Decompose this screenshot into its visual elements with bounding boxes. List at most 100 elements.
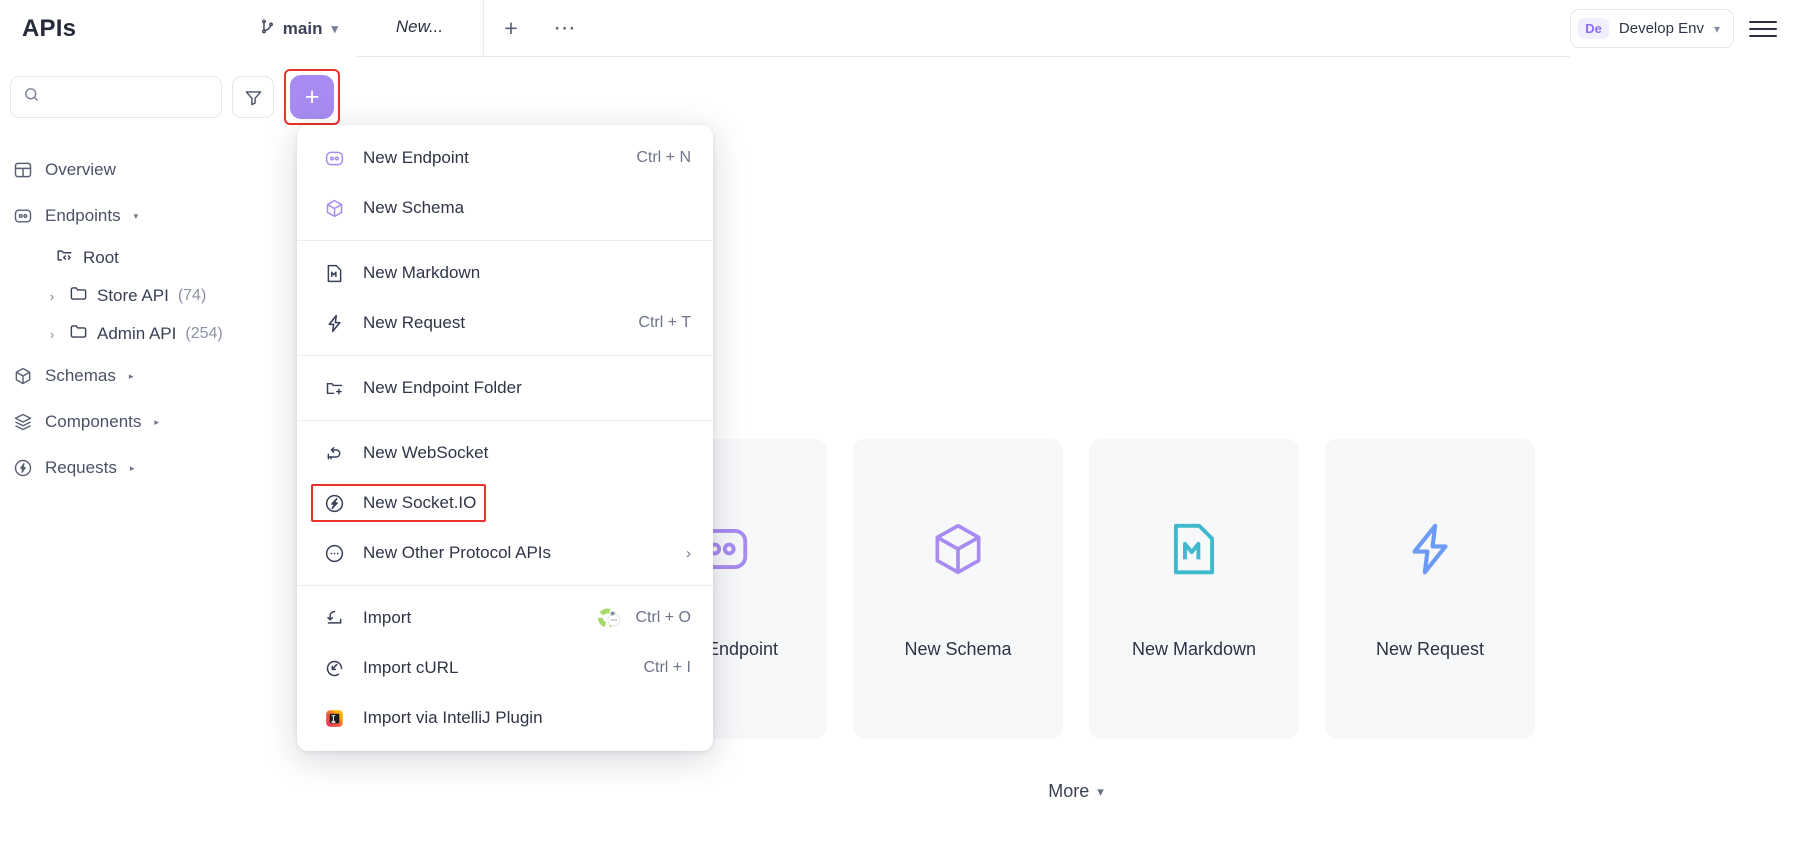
sidebar-item-label: Components — [45, 412, 142, 431]
top-bar-right: De Develop Env ▾ — [1570, 0, 1796, 57]
twisty-icon[interactable]: › — [44, 289, 60, 304]
schema-cube-icon — [321, 198, 347, 219]
tree-item-count: (254) — [185, 325, 223, 342]
app-root: APIs main ▾ New... + ⋯ De Develop Env ▾ … — [0, 0, 1796, 843]
sidebar-item-label: Schemas — [45, 366, 116, 385]
lightning-icon — [1399, 518, 1461, 585]
menu-item-new-markdown[interactable]: New Markdown — [297, 248, 713, 298]
menu-separator — [297, 420, 713, 421]
menu-item-label: New Socket.IO — [363, 493, 477, 512]
search-box[interactable] — [10, 76, 222, 118]
schema-cube-icon — [927, 518, 989, 585]
twisty-icon[interactable]: › — [44, 327, 60, 342]
import-icon — [321, 608, 347, 629]
menu-item-label: New Markdown — [363, 263, 481, 282]
add-button[interactable]: + — [290, 75, 334, 119]
branch-selector[interactable]: main ▾ — [259, 18, 338, 40]
menu-item-trailing: Ctrl + O — [597, 606, 691, 630]
menu-item-new-request[interactable]: New Request Ctrl + T — [297, 298, 713, 348]
tree-item-count: (74) — [177, 287, 207, 304]
tab-bar: New... + ⋯ — [356, 0, 1571, 57]
branch-icon — [259, 18, 276, 40]
branch-name: main — [282, 18, 323, 38]
menu-item-label: New Endpoint — [363, 148, 469, 167]
new-tab-button[interactable]: + — [484, 0, 538, 56]
markdown-icon — [321, 263, 347, 284]
schemas-icon — [12, 365, 34, 387]
menu-item-import-curl[interactable]: Import cURL Ctrl + I — [297, 643, 713, 693]
folder-icon — [69, 322, 88, 346]
more-button[interactable]: More ▾ — [1048, 781, 1104, 802]
page-title: APIs — [22, 14, 77, 42]
menu-separator — [297, 240, 713, 241]
menu-hamburger-icon[interactable] — [1746, 12, 1780, 46]
menu-item-label: New Other Protocol APIs — [363, 543, 552, 562]
filter-button[interactable] — [232, 76, 274, 118]
environment-selector[interactable]: De Develop Env ▾ — [1570, 9, 1734, 48]
menu-item-shortcut: Ctrl + N — [636, 149, 691, 166]
menu-item-new-websocket[interactable]: New WebSocket — [297, 428, 713, 478]
card-new-request[interactable]: New Request — [1325, 439, 1535, 739]
menu-item-import-intellij-plugin[interactable]: Import via IntelliJ Plugin — [297, 693, 713, 743]
intellij-icon — [321, 708, 347, 729]
chevron-down-icon: ▾ — [1713, 21, 1720, 36]
folder-icon — [69, 284, 88, 308]
body: + Overview Endpoints ▾ Root › Store API … — [0, 57, 1796, 843]
card-new-markdown[interactable]: New Markdown — [1089, 439, 1299, 739]
chevron-down-icon: ▾ — [331, 20, 338, 36]
top-bar: APIs main ▾ New... + ⋯ De Develop Env ▾ — [0, 0, 1796, 57]
menu-item-new-socketio[interactable]: New Socket.IO — [297, 478, 713, 528]
caret-icon: ▾ — [133, 210, 139, 221]
add-button-highlight: + — [284, 69, 340, 125]
sidebar-item-label: Requests — [45, 458, 117, 477]
menu-item-label: Import cURL — [363, 658, 459, 677]
endpoints-icon — [12, 205, 34, 227]
new-item-dropdown-menu: New Endpoint Ctrl + N New Schema New Mar… — [297, 125, 713, 751]
lightning-icon — [321, 313, 347, 334]
menu-item-label: Import — [363, 608, 412, 627]
tree-item-label: Root — [83, 248, 119, 267]
menu-item-label: New WebSocket — [363, 443, 489, 462]
dots-circle-icon — [321, 543, 347, 564]
search-input[interactable] — [48, 88, 209, 106]
tab-new[interactable]: New... — [356, 0, 484, 56]
card-label: New Schema — [904, 639, 1012, 659]
menu-item-label: Import via IntelliJ Plugin — [363, 708, 543, 727]
caret-icon: ▸ — [128, 370, 134, 381]
root-folder-icon — [55, 246, 74, 270]
menu-item-label: New Schema — [363, 198, 465, 217]
card-new-schema[interactable]: New Schema — [853, 439, 1063, 739]
endpoint-icon — [321, 148, 347, 169]
menu-item-shortcut: Ctrl + O — [635, 609, 691, 626]
menu-item-shortcut: Ctrl + T — [638, 314, 691, 331]
card-label: New Request — [1375, 639, 1485, 659]
menu-item-shortcut: Ctrl + I — [643, 659, 691, 676]
search-icon — [23, 86, 40, 108]
websocket-icon — [321, 443, 347, 464]
caret-icon: ▸ — [154, 416, 159, 427]
tab-options-button[interactable]: ⋯ — [538, 0, 592, 56]
menu-item-import[interactable]: Import Ctrl + O — [297, 593, 713, 643]
postman-donut-icon — [597, 606, 621, 630]
socketio-icon — [321, 493, 347, 514]
chevron-down-icon: ▾ — [1097, 783, 1104, 799]
markdown-icon — [1163, 518, 1225, 585]
tree-item-label: Admin API — [97, 324, 177, 343]
folder-plus-icon — [321, 378, 347, 399]
menu-item-new-endpoint[interactable]: New Endpoint Ctrl + N — [297, 133, 713, 183]
sidebar-item-label: Endpoints — [45, 206, 121, 225]
card-label: New Markdown — [1131, 639, 1257, 659]
menu-item-new-endpoint-folder[interactable]: New Endpoint Folder — [297, 363, 713, 413]
sidebar-item-label: Overview — [45, 160, 116, 179]
more-label: More — [1048, 781, 1090, 801]
menu-item-new-schema[interactable]: New Schema — [297, 183, 713, 233]
components-icon — [12, 411, 34, 433]
menu-separator — [297, 355, 713, 356]
menu-item-new-other-protocol-apis[interactable]: New Other Protocol APIs › — [297, 528, 713, 578]
caret-icon: ▸ — [129, 462, 135, 473]
curl-icon — [321, 658, 347, 679]
tab-label: New... — [395, 17, 444, 36]
env-label: Develop Env — [1618, 20, 1704, 37]
menu-item-label: New Endpoint Folder — [363, 378, 522, 397]
env-badge: De — [1578, 18, 1609, 39]
